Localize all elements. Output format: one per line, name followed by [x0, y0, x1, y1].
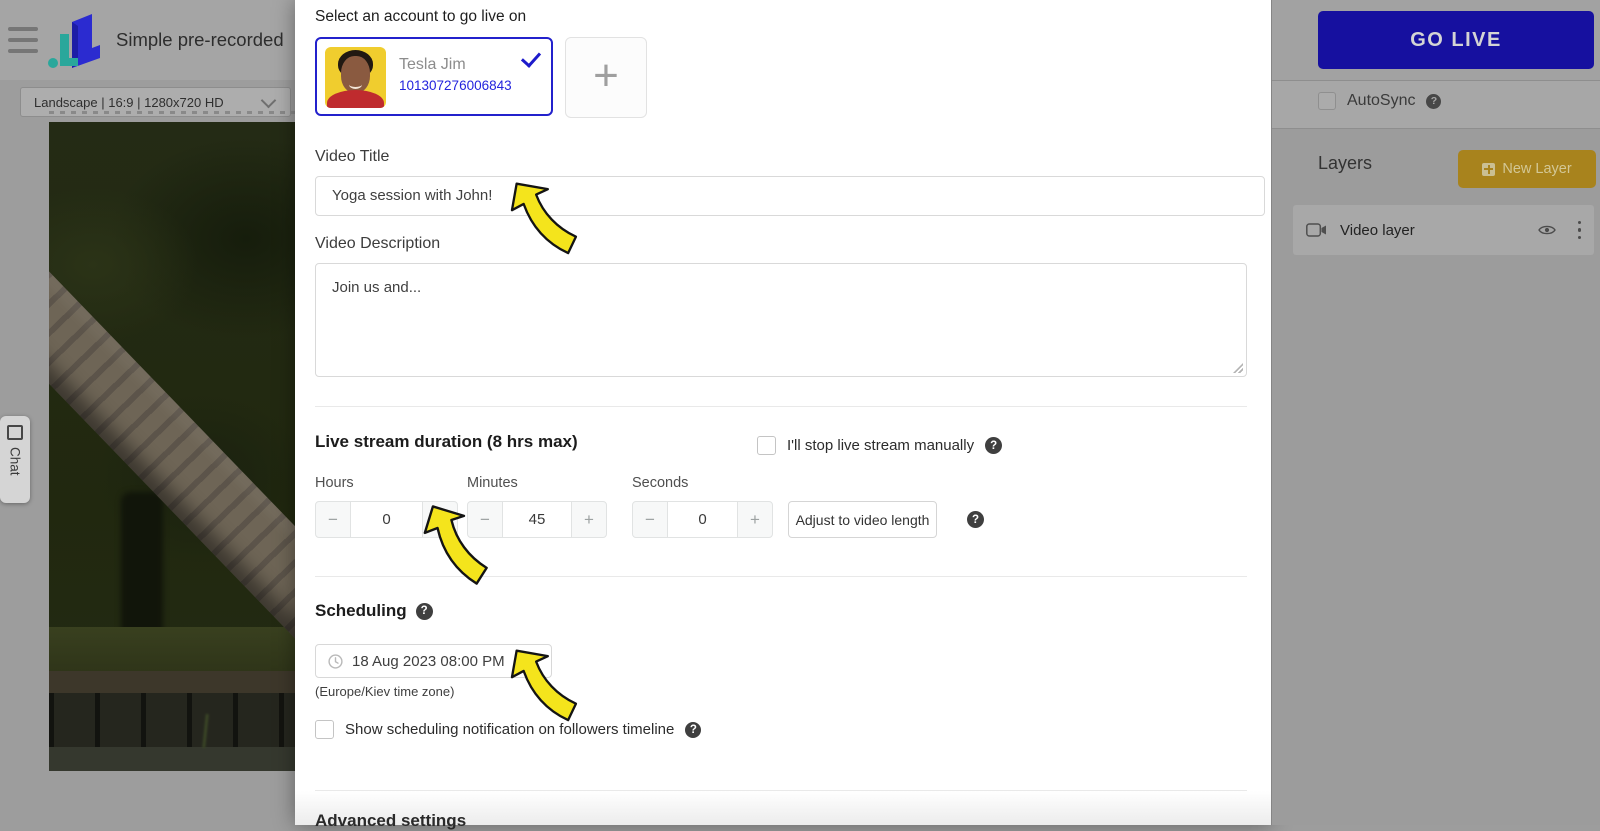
clock-icon: [328, 653, 343, 669]
video-description-textarea[interactable]: Join us and...: [315, 263, 1247, 377]
canvas-ruler: [49, 111, 295, 114]
divider: [315, 576, 1247, 577]
app-header: Simple pre-recorded: [0, 0, 295, 80]
plus-square-icon: [1482, 162, 1496, 176]
new-layer-button[interactable]: New Layer: [1458, 150, 1596, 188]
app-logo-icon: [48, 8, 108, 77]
go-live-button[interactable]: GO LIVE: [1318, 11, 1594, 69]
hours-stepper: − 0 +: [315, 501, 458, 538]
scheduling-section-header: Scheduling ?: [315, 601, 433, 621]
preview-water-shape: [49, 747, 295, 771]
chat-icon: [7, 425, 23, 440]
seconds-value[interactable]: 0: [668, 501, 737, 538]
page-title: Simple pre-recorded: [116, 29, 284, 50]
hours-value[interactable]: 0: [351, 501, 422, 538]
plus-icon[interactable]: +: [571, 501, 607, 538]
account-id: 101307276006843: [399, 78, 512, 93]
video-title-input[interactable]: Yoga session with John!: [315, 176, 1265, 216]
autosync-label: AutoSync: [1347, 92, 1416, 109]
divider: [1272, 128, 1600, 129]
go-live-modal: Select an account to go live on Tesla Ji…: [295, 0, 1271, 830]
duration-section-title: Live stream duration (8 hrs max): [315, 432, 578, 451]
schedule-datetime-field[interactable]: 18 Aug 2023 08:00 PM: [315, 644, 552, 678]
hours-label: Hours: [315, 475, 354, 491]
minutes-value[interactable]: 45: [503, 501, 571, 538]
divider: [315, 406, 1247, 407]
minus-icon[interactable]: −: [467, 501, 503, 538]
hamburger-menu-icon[interactable]: [8, 27, 38, 53]
minutes-label: Minutes: [467, 475, 518, 491]
video-preview-canvas[interactable]: [49, 122, 295, 771]
autosync-row: AutoSync ?: [1318, 92, 1442, 110]
video-title-label: Video Title: [315, 148, 390, 165]
minus-icon[interactable]: −: [315, 501, 351, 538]
check-icon: [520, 47, 542, 68]
manual-stop-label: I'll stop live stream manually: [787, 437, 975, 454]
help-icon[interactable]: ?: [1426, 93, 1442, 109]
account-name: Tesla Jim: [399, 56, 466, 73]
video-description-label: Video Description: [315, 235, 441, 252]
minutes-stepper: − 45 +: [467, 501, 607, 538]
help-icon[interactable]: ?: [685, 721, 702, 738]
eye-icon[interactable]: [1537, 224, 1556, 236]
account-section-title: Select an account to go live on: [315, 8, 527, 25]
help-icon[interactable]: ?: [985, 437, 1003, 454]
add-account-button[interactable]: +: [565, 37, 647, 118]
schedule-datetime-value: 18 Aug 2023 08:00 PM: [352, 652, 505, 670]
seconds-label: Seconds: [632, 475, 689, 491]
resize-handle-icon[interactable]: [1233, 363, 1243, 373]
layers-title: Layers: [1318, 153, 1373, 173]
kebab-menu-icon[interactable]: [1577, 220, 1581, 240]
manual-stop-checkbox[interactable]: [757, 436, 776, 455]
scheduling-notification-row: Show scheduling notification on follower…: [315, 720, 702, 739]
timezone-note: (Europe/Kiev time zone): [315, 684, 455, 699]
seconds-stepper: − 0 +: [632, 501, 773, 538]
scheduling-notification-label: Show scheduling notification on follower…: [345, 721, 675, 738]
chat-tab-label: Chat: [7, 447, 23, 476]
new-layer-label: New Layer: [1502, 161, 1572, 177]
chat-tab[interactable]: Chat: [0, 416, 30, 503]
minus-icon[interactable]: −: [632, 501, 668, 538]
scheduling-notification-checkbox[interactable]: [315, 720, 334, 739]
account-info: Tesla Jim 101307276006843: [399, 47, 512, 106]
layer-row[interactable]: Video layer: [1293, 205, 1594, 255]
avatar: [325, 47, 386, 108]
right-panel: GO LIVE AutoSync ? Layers New Layer Vide…: [1271, 0, 1600, 825]
canvas-preset-label: Landscape | 16:9 | 1280x720 HD: [34, 94, 224, 110]
help-icon[interactable]: ?: [967, 511, 984, 528]
plus-icon[interactable]: +: [737, 501, 773, 538]
layer-name: Video layer: [1340, 221, 1415, 239]
video-camera-icon: [1306, 223, 1326, 237]
chevron-down-icon: [260, 92, 277, 108]
preview-grass-shape: [49, 627, 295, 671]
scheduling-title: Scheduling: [315, 601, 407, 620]
preview-fence-shape: [49, 693, 295, 747]
adjust-to-video-length-button[interactable]: Adjust to video length: [788, 501, 937, 538]
plus-icon: +: [593, 50, 619, 100]
video-description-value: Join us and...: [332, 279, 422, 296]
preview-dirt-shape: [49, 671, 295, 693]
advanced-section-title: Advanced settings: [315, 811, 467, 830]
app-root: Simple pre-recorded Landscape | 16:9 | 1…: [0, 0, 1600, 830]
plus-icon[interactable]: +: [422, 501, 458, 538]
help-icon[interactable]: ?: [415, 602, 433, 620]
autosync-checkbox[interactable]: [1318, 92, 1336, 110]
account-card-selected[interactable]: Tesla Jim 101307276006843: [315, 37, 553, 116]
manual-stop-row: I'll stop live stream manually ?: [757, 436, 1003, 455]
